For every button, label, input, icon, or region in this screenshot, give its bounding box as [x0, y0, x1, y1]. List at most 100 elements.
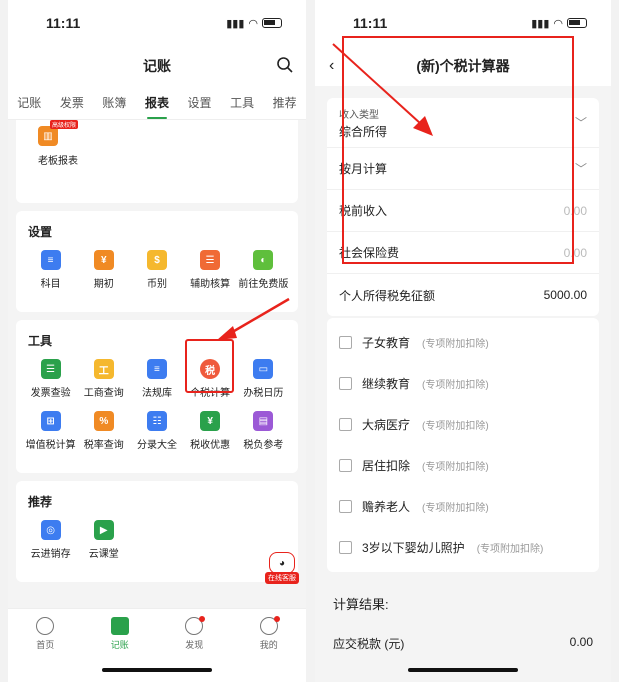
grid-item[interactable]: ¥ 税收优惠 — [184, 411, 237, 451]
vat-calc-icon: ⊞ — [40, 411, 61, 431]
tax-result-row: 应交税款 (元) 0.00 — [315, 635, 611, 652]
tab-item[interactable]: 记账 — [17, 86, 41, 119]
grid-item-label: 发票查验 — [30, 388, 71, 399]
grid-item-label: 工商查询 — [83, 388, 124, 399]
tab-item[interactable]: 发票 — [60, 86, 84, 119]
grid-item[interactable]: ☰ 发票查验 — [24, 359, 77, 399]
chevron-down-icon: ﹀ — [574, 162, 587, 176]
grid-item[interactable]: ◎ 云进销存 — [24, 520, 77, 560]
grid-item-label: 辅助核算 — [190, 279, 231, 290]
checkbox[interactable] — [339, 336, 352, 349]
checkbox[interactable] — [339, 500, 352, 513]
deduction-item[interactable]: 继续教育 (专项附加扣除) — [327, 363, 599, 404]
free-version-icon: ◐ — [253, 250, 274, 270]
grid-item-label: 税收优惠 — [190, 440, 231, 451]
grid-item-label: 办税日历 — [243, 388, 284, 399]
bottom-nav-label: 首页 — [36, 640, 55, 650]
grid-item[interactable]: ▭ 办税日历 — [237, 359, 290, 399]
grid-item[interactable]: ▶ 云课堂 — [77, 520, 130, 560]
deduction-item[interactable]: 大病医疗 (专项附加扣除) — [327, 404, 599, 445]
grid-item[interactable]: ¥ 期初 — [77, 250, 130, 290]
tax-benefit-icon: ¥ — [200, 411, 221, 431]
deduction-item[interactable]: 3岁以下婴幼儿照护 (专项附加扣除) — [327, 527, 599, 568]
exempt-label: 个人所得税免征额 — [339, 288, 436, 303]
grid-item[interactable]: $ 币别 — [130, 250, 183, 290]
settings-grid: ≡ 科目 ¥ 期初 $ 币别 ☰ 辅助核算 ◐ 前往免费版 — [24, 250, 290, 302]
home-indicator — [408, 668, 518, 672]
deduction-note: (专项附加扣除) — [422, 380, 489, 391]
recommend-card: 推荐 ◎ 云进销存 ▶ 云课堂 — [16, 481, 298, 582]
arrow-icon — [332, 43, 433, 136]
online-service-label: 在线客服 — [265, 572, 299, 584]
deduction-label: 继续教育 — [362, 377, 411, 391]
bottom-nav-item[interactable]: 我的 — [259, 616, 280, 682]
battery-icon — [567, 18, 587, 28]
bottom-nav-label: 我的 — [259, 640, 278, 650]
tab-item[interactable]: 推荐 — [273, 86, 297, 119]
cloud-classroom-icon: ▶ — [93, 520, 114, 540]
grid-item-label: 期初 — [93, 279, 114, 290]
regulations-icon: ≡ — [146, 359, 167, 379]
deduction-item[interactable]: 居住扣除 (专项附加扣除) — [327, 445, 599, 486]
exemption-row: 个人所得税免征额 5000.00 — [327, 274, 599, 316]
tab-reports[interactable]: 报表 — [145, 86, 169, 119]
online-service-button[interactable]: ◕ 在线客服 — [264, 552, 300, 588]
grid-item[interactable]: ◐ 前往免费版 — [237, 250, 290, 290]
recommend-title: 推荐 — [28, 495, 53, 509]
tab-item[interactable]: 账簿 — [102, 86, 126, 119]
result-title: 计算结果: — [333, 597, 389, 612]
grid-item-label: 科目 — [40, 279, 61, 290]
checkbox[interactable] — [339, 418, 352, 431]
battery-icon — [262, 18, 282, 28]
deduction-label: 大病医疗 — [362, 418, 411, 432]
grid-item[interactable]: ▤ 税负参考 — [237, 411, 290, 451]
deduction-note: (专项附加扣除) — [422, 462, 489, 473]
deduction-label: 赡养老人 — [362, 500, 411, 514]
grid-item[interactable]: % 税率查询 — [77, 411, 130, 451]
checkbox[interactable] — [339, 377, 352, 390]
arrow-icon — [217, 297, 290, 340]
nav-bar: 记账 — [8, 46, 306, 86]
robot-icon: ◕ — [269, 552, 295, 574]
grid-item[interactable]: ⊞ 增值税计算 — [24, 411, 77, 451]
grid-item[interactable]: ≡ 法规库 — [130, 359, 183, 399]
search-icon[interactable] — [276, 56, 294, 74]
period-start-icon: ¥ — [93, 250, 114, 270]
grid-item-label: 分录大全 — [136, 440, 177, 451]
grid-item[interactable]: ≡ 科目 — [24, 250, 77, 290]
tab-item[interactable]: 工具 — [230, 86, 254, 119]
signal-icon: ▮▮▮ — [226, 17, 245, 30]
bottom-nav-item[interactable]: 首页 — [36, 617, 54, 682]
deduction-list: 子女教育 (专项附加扣除) 继续教育 (专项附加扣除) 大病医疗 (专项附加扣除) 居住扣除… — [327, 318, 599, 572]
tab-item[interactable]: 设置 — [188, 86, 212, 119]
left-screen: 11:11 ▮▮▮ ◠ 记账 记账 发票 账簿 报表 设置 工具 推荐 ▥ 高级… — [8, 0, 306, 682]
grid-item[interactable]: 工工商查询 — [77, 359, 130, 399]
chevron-down-icon: ﹀ — [574, 116, 587, 130]
wifi-icon: ◠ — [553, 17, 563, 30]
deduction-item[interactable]: 子女教育 (专项附加扣除) — [327, 322, 599, 363]
deduction-label: 居住扣除 — [362, 459, 411, 473]
checkbox[interactable] — [339, 541, 352, 554]
bottom-nav-item[interactable]: 发现 — [185, 616, 206, 682]
notification-dot — [273, 616, 280, 622]
profile-icon — [259, 616, 280, 635]
checkbox[interactable] — [339, 459, 352, 472]
system-icons: ▮▮▮ ◠ — [531, 17, 587, 30]
status-time: 11:11 — [46, 15, 81, 31]
status-time: 11:11 — [353, 15, 388, 31]
tools-grid: ☰ 发票查验工工商查询 ≡ 法规库税个税计算 ▭ 办税日历 ⊞ 增值税计算% 税率查询 ☷ 分录大全… — [24, 359, 290, 463]
grid-item[interactable]: ☰ 辅助核算 — [184, 250, 237, 290]
deduction-item[interactable]: 赡养老人 (专项附加扣除) — [327, 486, 599, 527]
recommend-grid: ◎ 云进销存 ▶ 云课堂 — [24, 520, 290, 572]
bottom-nav-item[interactable]: 记账 — [110, 617, 129, 682]
boss-report-item[interactable]: ▥ 高级权限 老板报表 — [24, 120, 290, 193]
business-query-icon: 工 — [93, 359, 114, 379]
boss-report-icon: ▥ — [38, 126, 58, 146]
cloud-inventory-icon: ◎ — [40, 520, 61, 540]
right-screen: 11:11 ▮▮▮ ◠ ‹ (新)个税计算器 收入类型 综合所得 ﹀ 按月计算 … — [315, 0, 611, 682]
discover-icon — [185, 616, 206, 635]
wifi-icon: ◠ — [248, 17, 258, 30]
page-title: 记账 — [143, 58, 171, 74]
bottom-nav-label: 发现 — [185, 640, 204, 650]
grid-item[interactable]: ☷ 分录大全 — [130, 411, 183, 451]
